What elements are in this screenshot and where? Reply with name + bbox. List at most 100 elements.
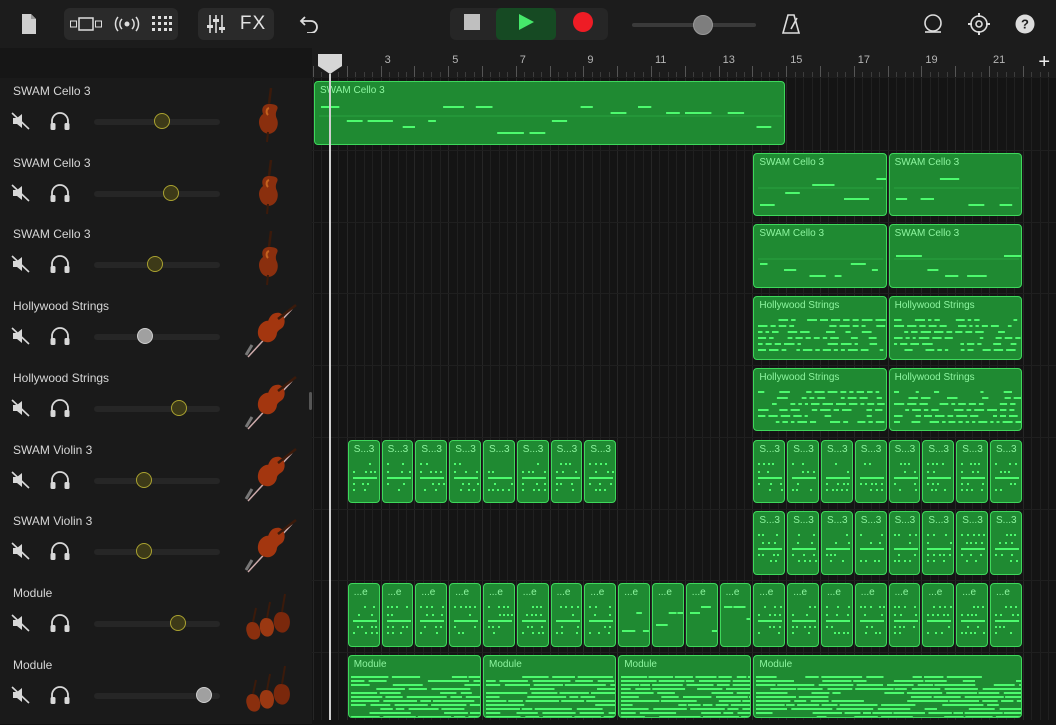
midi-region[interactable]: S...3	[922, 439, 955, 504]
undo-icon[interactable]	[296, 8, 322, 40]
track-header[interactable]: Hollywood Strings	[0, 364, 312, 438]
midi-region[interactable]: ...e	[550, 582, 583, 647]
track-volume-knob[interactable]	[169, 614, 186, 631]
midi-region[interactable]: SWAM Cello 3	[753, 152, 887, 217]
solo-headphones-icon[interactable]	[48, 469, 72, 491]
midi-region[interactable]: S...3	[854, 511, 887, 575]
track-volume-knob[interactable]	[135, 543, 152, 560]
track-header[interactable]: SWAM Cello 3	[0, 221, 312, 295]
add-section-button[interactable]: +	[1038, 51, 1050, 74]
master-volume-knob[interactable]	[692, 15, 713, 35]
midi-region[interactable]: SWAM Cello 3	[888, 152, 1022, 217]
track-volume-slider[interactable]	[94, 477, 220, 484]
midi-region[interactable]: ...e	[922, 582, 955, 647]
track-volume-slider[interactable]	[94, 405, 220, 412]
midi-region[interactable]: ...e	[956, 582, 988, 647]
midi-region[interactable]: S...3	[821, 439, 853, 504]
midi-region[interactable]: ...e	[854, 582, 887, 647]
midi-region[interactable]: S...3	[821, 511, 853, 575]
play-button[interactable]	[496, 8, 556, 40]
solo-headphones-icon[interactable]	[48, 540, 72, 562]
track-volume-knob[interactable]	[170, 399, 187, 416]
track-header[interactable]: SWAM Cello 3	[0, 149, 312, 223]
mute-speaker-icon[interactable]	[10, 540, 32, 562]
mute-speaker-icon[interactable]	[10, 469, 32, 491]
midi-region[interactable]: S...3	[888, 439, 921, 504]
midi-region[interactable]: S...3	[787, 439, 819, 504]
midi-region[interactable]: S...3	[990, 511, 1022, 575]
mute-speaker-icon[interactable]	[10, 182, 32, 204]
midi-region[interactable]: S...3	[415, 439, 448, 504]
midi-region[interactable]: ...e	[652, 582, 684, 647]
midi-region[interactable]: ...e	[415, 582, 448, 647]
midi-region[interactable]: ...e	[787, 582, 819, 647]
midi-region[interactable]: S...3	[483, 439, 515, 504]
midi-region[interactable]: S...3	[990, 439, 1022, 504]
help-icon[interactable]: ?	[1012, 8, 1038, 40]
midi-region[interactable]: S...3	[787, 511, 819, 575]
track-volume-slider[interactable]	[94, 549, 220, 556]
midi-region[interactable]: Module	[618, 654, 752, 719]
mute-speaker-icon[interactable]	[10, 612, 32, 634]
midi-region[interactable]: S...3	[753, 439, 786, 504]
midi-region[interactable]: S...3	[584, 439, 617, 504]
solo-headphones-icon[interactable]	[48, 182, 72, 204]
solo-headphones-icon[interactable]	[48, 110, 72, 132]
midi-region[interactable]: S...3	[956, 439, 988, 504]
track-volume-slider[interactable]	[94, 620, 220, 627]
my-songs-icon[interactable]	[14, 8, 44, 40]
solo-headphones-icon[interactable]	[48, 684, 72, 706]
solo-headphones-icon[interactable]	[48, 325, 72, 347]
fx-button[interactable]: FX	[240, 13, 266, 35]
midi-region[interactable]: Hollywood Strings	[888, 296, 1022, 360]
track-volume-knob[interactable]	[162, 184, 179, 201]
solo-headphones-icon[interactable]	[48, 612, 72, 634]
settings-gear-icon[interactable]	[966, 8, 992, 40]
track-volume-knob[interactable]	[147, 256, 164, 273]
solo-headphones-icon[interactable]	[48, 397, 72, 419]
track-volume-knob[interactable]	[154, 113, 171, 129]
midi-region[interactable]: Module	[753, 654, 1022, 719]
midi-region[interactable]: ...e	[347, 582, 380, 647]
midi-region[interactable]: S...3	[449, 439, 481, 504]
midi-region[interactable]: S...3	[516, 439, 549, 504]
track-volume-slider[interactable]	[94, 334, 220, 341]
track-header[interactable]: SWAM Violin 3	[0, 436, 312, 510]
midi-region[interactable]: ...e	[753, 582, 786, 647]
midi-region[interactable]: Hollywood Strings	[888, 367, 1022, 432]
midi-region[interactable]: ...e	[516, 582, 549, 647]
midi-region[interactable]: SWAM Cello 3	[888, 224, 1022, 289]
track-header[interactable]: SWAM Violin 3	[0, 508, 312, 582]
midi-region[interactable]: S...3	[888, 511, 921, 575]
timeline-ruler[interactable]: + 3 5 7 9 11 13 15 17 19 21	[312, 48, 1056, 79]
midi-region[interactable]: SWAM Cello 3	[753, 224, 887, 289]
solo-headphones-icon[interactable]	[48, 253, 72, 275]
midi-region[interactable]: S...3	[956, 511, 988, 575]
midi-region[interactable]: ...e	[381, 582, 414, 647]
midi-region[interactable]: S...3	[347, 439, 380, 504]
midi-region[interactable]: ...e	[719, 582, 752, 647]
mute-speaker-icon[interactable]	[10, 110, 32, 132]
mute-speaker-icon[interactable]	[10, 684, 32, 706]
track-volume-knob[interactable]	[135, 471, 152, 488]
midi-region[interactable]: Module	[483, 654, 617, 719]
midi-region[interactable]: SWAM Cello 3	[314, 81, 786, 145]
mixer-sliders-icon[interactable]	[206, 14, 226, 34]
track-header[interactable]: SWAM Cello 3	[0, 78, 312, 151]
midi-region[interactable]: Hollywood Strings	[753, 296, 887, 360]
metronome-icon[interactable]	[778, 8, 804, 40]
smart-control-icon[interactable]	[114, 16, 140, 32]
midi-region[interactable]: Hollywood Strings	[753, 367, 887, 432]
midi-region[interactable]: S...3	[922, 511, 955, 575]
stop-button[interactable]	[450, 8, 494, 40]
midi-region[interactable]: ...e	[888, 582, 921, 647]
midi-region[interactable]: ...e	[449, 582, 481, 647]
tracks-view-grid-icon[interactable]	[152, 16, 172, 32]
loop-browser-icon[interactable]	[920, 8, 946, 40]
midi-region[interactable]: S...3	[381, 439, 414, 504]
midi-region[interactable]: ...e	[685, 582, 718, 647]
track-volume-slider[interactable]	[94, 190, 220, 197]
browser-view-icon[interactable]	[70, 17, 102, 31]
track-volume-knob[interactable]	[136, 328, 153, 345]
midi-region[interactable]: S...3	[550, 439, 583, 504]
